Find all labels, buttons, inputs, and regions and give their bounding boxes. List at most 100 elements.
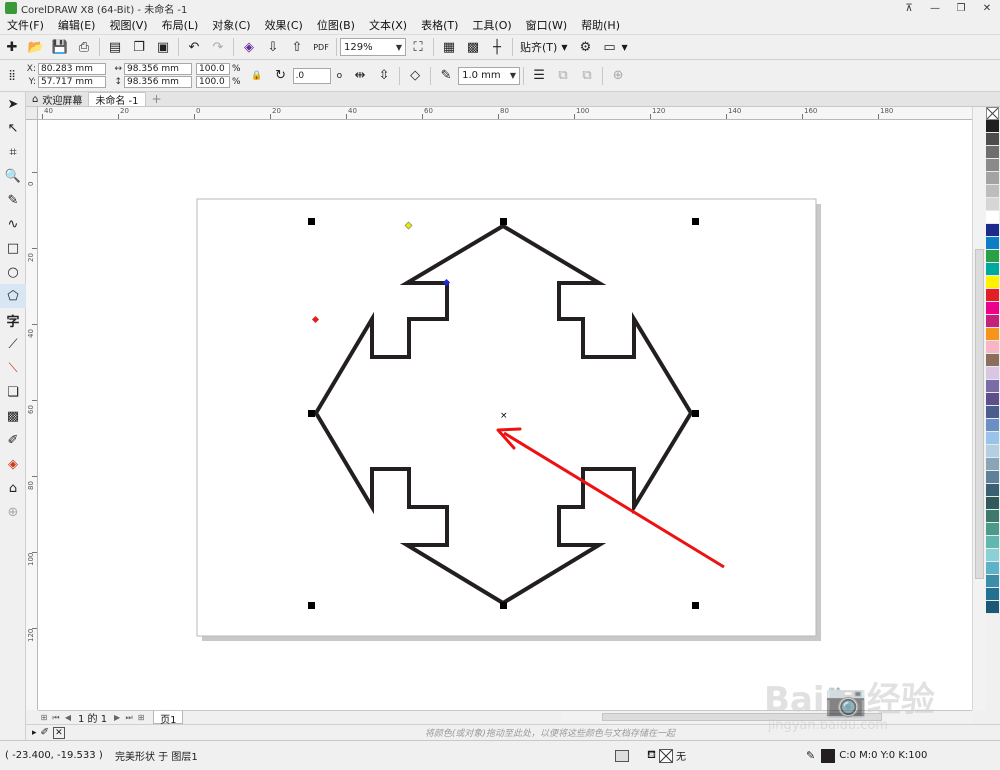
x-position-input[interactable]: 80.283 mm [38, 63, 106, 75]
palette-color-swatch[interactable] [986, 263, 999, 276]
palette-color-swatch[interactable] [986, 510, 999, 523]
palette-color-swatch[interactable] [986, 419, 999, 432]
fill-color-icon[interactable] [615, 749, 629, 762]
eyedropper-tool-icon[interactable]: ✐ [0, 428, 26, 452]
y-position-input[interactable]: 57.717 mm [38, 76, 106, 88]
add-tool-icon[interactable]: ⊕ [0, 500, 26, 524]
options-gear-icon[interactable]: ⚙ [575, 37, 595, 57]
palette-color-swatch[interactable] [986, 432, 999, 445]
publish-pdf-icon[interactable]: PDF [311, 37, 331, 57]
to-back-icon[interactable]: ⧉ [577, 66, 597, 86]
palette-color-swatch[interactable] [986, 588, 999, 601]
snap-to-label[interactable]: 贴齐(T) [520, 39, 557, 55]
print-icon[interactable]: ⎙ [74, 37, 94, 57]
palette-color-swatch[interactable] [986, 458, 999, 471]
palette-color-swatch[interactable] [986, 549, 999, 562]
text-wrap-icon[interactable]: ☰ [529, 66, 549, 86]
menu-window[interactable]: 窗口(W) [519, 17, 574, 33]
show-grid-icon[interactable]: ▩ [463, 37, 483, 57]
menu-object[interactable]: 对象(C) [205, 17, 257, 33]
export-icon[interactable]: ⇧ [287, 37, 307, 57]
full-screen-preview-icon[interactable]: ⛶ [408, 37, 428, 57]
open-folder-icon[interactable]: 📂 [26, 37, 46, 57]
selection-handle[interactable] [500, 218, 507, 225]
copy-icon[interactable]: ❐ [129, 37, 149, 57]
shape-tool-icon[interactable]: ↖ [0, 116, 26, 140]
palette-color-swatch[interactable] [986, 250, 999, 263]
palette-color-swatch[interactable] [986, 341, 999, 354]
object-origin-icon[interactable]: ⣿ [2, 66, 22, 86]
smart-fill-icon[interactable]: ⌂ [0, 476, 26, 500]
close-button[interactable]: ✕ [974, 0, 1000, 16]
ellipse-tool-icon[interactable]: ○ [0, 260, 26, 284]
show-rulers-icon[interactable]: ▦ [439, 37, 459, 57]
first-page-icon[interactable]: ⏮ [50, 713, 62, 723]
interactive-fill-icon[interactable]: ◈ [0, 452, 26, 476]
palette-color-swatch[interactable] [986, 354, 999, 367]
outline-color-swatch[interactable] [821, 748, 836, 763]
crop-tool-icon[interactable]: ⌗ [0, 140, 26, 164]
drawing-canvas[interactable]: × [38, 120, 972, 710]
palette-arrow-icon[interactable]: ▸ [32, 728, 37, 738]
palette-color-swatch[interactable] [986, 575, 999, 588]
quick-fill-icon[interactable]: ◇ [405, 66, 425, 86]
scale-y-input[interactable]: 100.0 [196, 76, 230, 88]
palette-color-swatch[interactable] [986, 211, 999, 224]
menu-text[interactable]: 文本(X) [362, 17, 414, 33]
tab-welcome-screen[interactable]: ⌂ 欢迎屏幕 [26, 92, 88, 107]
menu-file[interactable]: 文件(F) [0, 17, 51, 33]
search-content-icon[interactable]: ◈ [239, 37, 259, 57]
palette-color-swatch[interactable] [986, 185, 999, 198]
restore-button[interactable]: ❐ [948, 0, 974, 16]
width-input[interactable]: 98.356 mm [124, 63, 192, 75]
last-page-icon[interactable]: ⏭ [123, 713, 135, 723]
palette-color-swatch[interactable] [986, 133, 999, 146]
menu-layout[interactable]: 布局(L) [155, 17, 206, 33]
palette-color-swatch[interactable] [986, 497, 999, 510]
selection-handle[interactable] [308, 410, 315, 417]
ruler-origin-corner[interactable] [26, 107, 38, 120]
add-tab-button[interactable]: + [146, 92, 168, 106]
text-tool-icon[interactable]: 字 [0, 308, 26, 332]
page-tab[interactable]: 页1 [153, 711, 184, 726]
no-color-icon[interactable]: ✕ [52, 726, 65, 739]
pick-tool-icon[interactable]: ➤ [0, 92, 26, 116]
chevron-down-icon[interactable]: ▼ [561, 43, 567, 52]
menu-table[interactable]: 表格(T) [414, 17, 465, 33]
outline-width-select[interactable]: 1.0 mm ▼ [458, 66, 521, 85]
previous-page-icon[interactable]: ◀ [62, 713, 74, 722]
drop-shadow-icon[interactable]: ❏ [0, 380, 26, 404]
vertical-scroll-thumb[interactable] [975, 249, 984, 579]
zoom-level-select[interactable]: 129% ▼ [340, 38, 406, 56]
connector-tool-icon[interactable]: ⟍ [0, 356, 26, 380]
artistic-media-icon[interactable]: ∿ [0, 212, 26, 236]
no-fill-icon[interactable] [659, 748, 673, 763]
palette-color-swatch[interactable] [986, 367, 999, 380]
palette-color-swatch[interactable] [986, 484, 999, 497]
mirror-horizontal-icon[interactable]: ⇹ [350, 66, 370, 86]
palette-color-swatch[interactable] [986, 523, 999, 536]
lock-ratio-icon[interactable]: 🔒 [247, 66, 267, 86]
add-page-before-icon[interactable]: ⊞ [38, 713, 50, 722]
save-icon[interactable]: 💾 [50, 37, 70, 57]
next-page-icon[interactable]: ▶ [111, 713, 123, 722]
vertical-ruler[interactable]: 0 20 40 60 80 100 120 [26, 120, 38, 710]
palette-color-swatch[interactable] [986, 445, 999, 458]
show-guidelines-icon[interactable]: ┼ [487, 37, 507, 57]
palette-color-swatch[interactable] [986, 120, 999, 133]
parallel-dimension-icon[interactable]: ⟋ [0, 332, 26, 356]
menu-tools[interactable]: 工具(O) [465, 17, 518, 33]
paste-icon[interactable]: ▣ [153, 37, 173, 57]
add-page-after-icon[interactable]: ⊞ [135, 713, 147, 722]
palette-color-swatch[interactable] [986, 328, 999, 341]
eyedropper-icon[interactable]: ✐ [41, 727, 49, 738]
palette-color-swatch[interactable] [986, 406, 999, 419]
selection-handle[interactable] [500, 602, 507, 609]
selection-handle[interactable] [692, 410, 699, 417]
palette-color-swatch[interactable] [986, 601, 999, 614]
palette-color-swatch[interactable] [986, 237, 999, 250]
new-document-icon[interactable]: ✚ [2, 37, 22, 57]
menu-view[interactable]: 视图(V) [102, 17, 154, 33]
selection-handle[interactable] [692, 602, 699, 609]
menu-effects[interactable]: 效果(C) [258, 17, 310, 33]
